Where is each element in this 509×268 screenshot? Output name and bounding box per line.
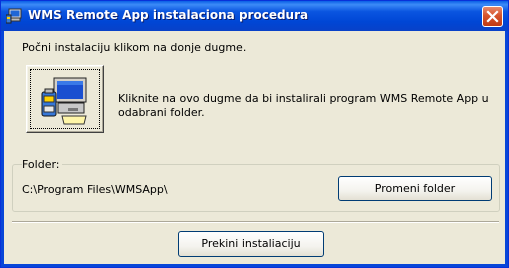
computer-install-icon [41,77,87,125]
cancel-install-button[interactable]: Prekini instaliaciju [178,231,324,257]
intro-text: Počni instalaciju klikom na donje dugme. [22,41,247,54]
install-description: Kliknite na ovo dugme da bi instalirali … [118,92,489,119]
folder-path: C:\Program Files\WMSApp\ [22,183,168,196]
window-title: WMS Remote App instalaciona procedura [28,8,309,22]
computer-install-icon [6,8,22,24]
title-bar[interactable]: WMS Remote App instalaciona procedura [1,1,508,31]
install-button[interactable] [26,65,104,133]
close-button[interactable] [482,6,503,27]
separator [12,221,499,223]
close-icon [486,10,499,23]
change-folder-button[interactable]: Promeni folder [338,176,492,201]
folder-label: Folder: [22,158,62,171]
installer-window: WMS Remote App instalaciona procedura Po… [0,0,509,268]
